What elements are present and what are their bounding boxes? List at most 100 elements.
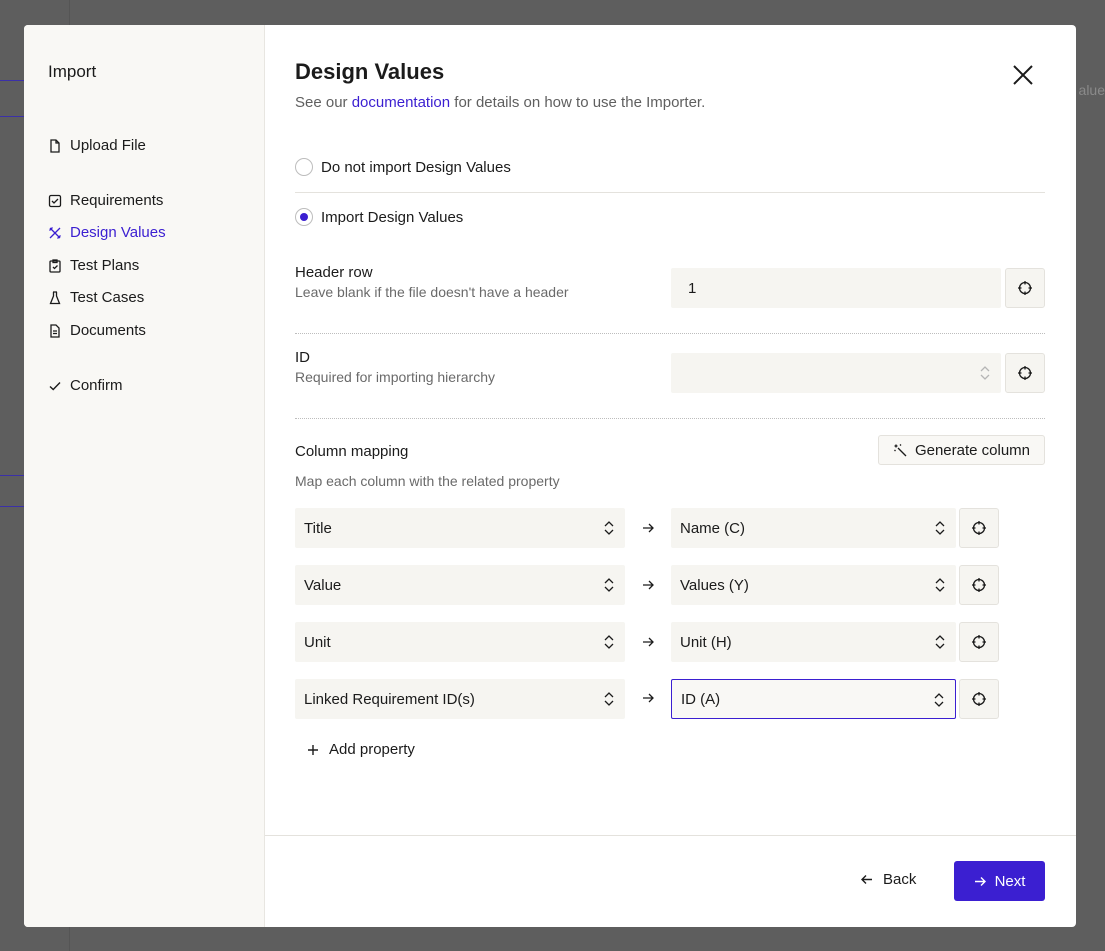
id-locate-button[interactable]	[1005, 353, 1045, 393]
radio-import[interactable]: Import Design Values	[295, 208, 463, 226]
select-value: Unit	[304, 633, 331, 651]
chevron-updown-icon	[604, 521, 614, 535]
crosshair-icon	[972, 578, 986, 592]
background-line	[0, 475, 24, 476]
chevron-updown-icon	[604, 635, 614, 649]
divider	[295, 333, 1045, 334]
sidebar-item-label: Test Plans	[70, 257, 140, 274]
close-icon	[1013, 65, 1033, 85]
header-row-input[interactable]: 1	[671, 268, 1001, 308]
select-value: Name (C)	[680, 519, 746, 537]
magic-wand-icon	[893, 444, 907, 457]
import-modal: Import Upload File Requirements Design V…	[24, 25, 1076, 927]
add-property-label: Add property	[329, 741, 415, 758]
footer-divider	[265, 835, 1076, 836]
property-select[interactable]: Title	[295, 508, 625, 548]
arrow-right-icon	[974, 876, 986, 886]
back-label: Back	[883, 871, 917, 888]
property-select[interactable]: Unit	[295, 622, 625, 662]
sidebar-item-label: Upload File	[70, 137, 146, 154]
divider	[295, 192, 1045, 193]
radio-button[interactable]	[295, 158, 313, 176]
chevron-updown-icon	[934, 693, 944, 707]
subtitle-text: See our	[295, 94, 352, 111]
arrow-right-icon	[643, 580, 654, 590]
radio-label: Import Design Values	[321, 208, 464, 226]
chevron-updown-icon	[980, 366, 990, 380]
arrow-right-icon	[643, 693, 654, 703]
sidebar-item-requirements[interactable]: Requirements	[48, 192, 163, 209]
plus-icon	[308, 744, 318, 755]
sidebar-item-label: Documents	[70, 322, 146, 339]
sidebar-item-label: Requirements	[70, 192, 164, 209]
sidebar-item-design-values[interactable]: Design Values	[48, 224, 166, 241]
subtitle-text: for details on how to use the Importer.	[450, 94, 706, 111]
arrow-right-icon	[643, 637, 654, 647]
column-select[interactable]: Name (C)	[671, 508, 956, 548]
crosshair-icon	[1018, 281, 1032, 295]
sidebar-item-documents[interactable]: Documents	[48, 322, 146, 339]
flask-icon	[49, 290, 61, 304]
column-locate-button[interactable]	[959, 565, 999, 605]
import-sidebar: Import Upload File Requirements Design V…	[24, 25, 265, 927]
column-locate-button[interactable]	[959, 622, 999, 662]
property-select[interactable]: Linked Requirement ID(s)	[295, 679, 625, 719]
sidebar-item-confirm[interactable]: Confirm	[48, 377, 123, 394]
column-locate-button[interactable]	[959, 679, 999, 719]
select-value: Unit (H)	[680, 633, 732, 651]
select-value: Value	[304, 576, 342, 594]
background-text: alue	[1078, 82, 1105, 98]
sidebar-item-label: Design Values	[70, 224, 166, 241]
header-row-label: Header row	[295, 264, 373, 281]
documentation-link[interactable]: documentation	[352, 94, 450, 111]
crosshair-icon	[972, 692, 986, 706]
select-value: Values (Y)	[680, 576, 749, 594]
id-select[interactable]	[671, 353, 1001, 393]
background-line	[0, 116, 24, 117]
generate-column-label: Generate column	[914, 441, 1031, 459]
next-button[interactable]: Next	[954, 861, 1045, 901]
chevron-updown-icon	[935, 521, 945, 535]
design-icon	[49, 226, 61, 239]
file-icon	[50, 138, 60, 153]
select-value: Linked Requirement ID(s)	[304, 690, 475, 708]
back-button[interactable]: Back	[860, 871, 916, 888]
property-select[interactable]: Value	[295, 565, 625, 605]
background-line	[0, 506, 24, 507]
document-icon	[50, 323, 60, 338]
crosshair-icon	[972, 635, 986, 649]
background-line	[0, 80, 24, 81]
column-select[interactable]: ID (A)	[671, 679, 956, 719]
sidebar-title: Import	[48, 62, 97, 81]
next-label: Next	[994, 872, 1026, 890]
sidebar-item-test-plans[interactable]: Test Plans	[48, 257, 139, 274]
clipboard-icon	[49, 258, 61, 273]
column-locate-button[interactable]	[959, 508, 999, 548]
radio-label: Do not import Design Values	[321, 158, 511, 176]
column-select[interactable]: Values (Y)	[671, 565, 956, 605]
chevron-updown-icon	[604, 692, 614, 706]
sidebar-item-label: Test Cases	[70, 289, 145, 306]
sidebar-item-upload-file[interactable]: Upload File	[48, 137, 146, 154]
sidebar-item-test-cases[interactable]: Test Cases	[48, 289, 144, 306]
arrow-right-icon	[643, 523, 654, 533]
main-content: Design Values See our documentation for …	[265, 25, 1076, 927]
check-icon	[49, 381, 61, 390]
sidebar-item-label: Confirm	[70, 377, 123, 394]
arrow-left-icon	[861, 875, 872, 884]
column-mapping-label: Column mapping	[295, 443, 409, 460]
column-select[interactable]: Unit (H)	[671, 622, 956, 662]
close-button[interactable]	[1010, 62, 1036, 88]
header-row-locate-button[interactable]	[1005, 268, 1045, 308]
select-value: ID (A)	[681, 690, 721, 708]
crosshair-icon	[1018, 366, 1032, 380]
page-title: Design Values	[295, 59, 445, 84]
radio-do-not-import[interactable]: Do not import Design Values	[295, 158, 511, 176]
generate-column-button[interactable]: Generate column	[878, 435, 1045, 465]
column-mapping-help: Map each column with the related propert…	[295, 473, 560, 489]
divider	[295, 418, 1045, 419]
chevron-updown-icon	[935, 635, 945, 649]
radio-button[interactable]	[295, 208, 313, 226]
add-property-button[interactable]: Add property	[307, 741, 415, 758]
page-subtitle: See our documentation for details on how…	[295, 94, 705, 111]
